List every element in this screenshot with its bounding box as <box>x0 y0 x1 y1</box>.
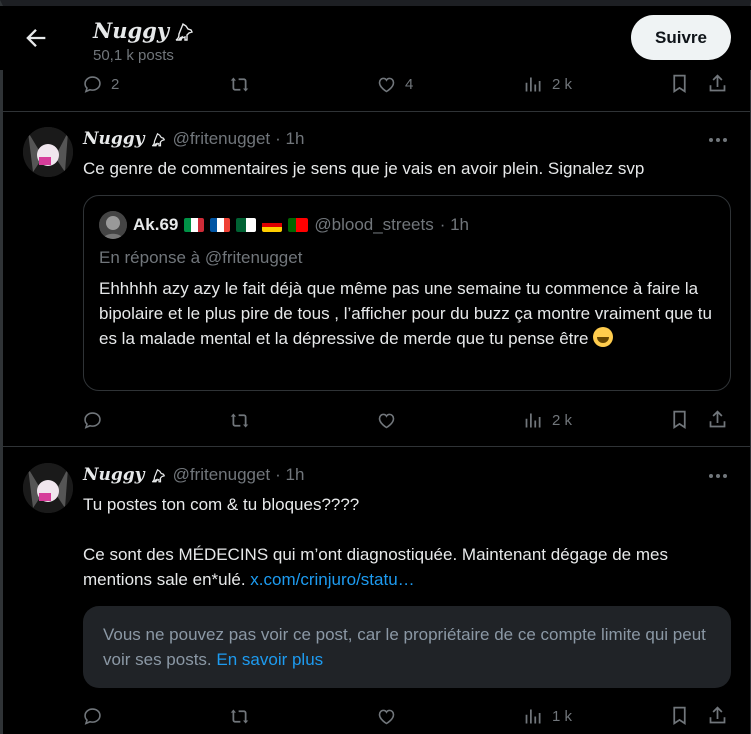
action-bar: 2 4 2 k <box>82 69 732 99</box>
profile-name: Nuggy <box>93 18 197 43</box>
posts-count: 50,1 k posts <box>93 47 174 64</box>
action-bar: 2 k <box>82 405 732 435</box>
bookmark-icon[interactable] <box>669 705 690 726</box>
repost-button[interactable] <box>229 405 258 435</box>
post-author-line: Nuggy @fritenugget · 1h <box>83 129 304 149</box>
bookmark-icon[interactable] <box>669 73 690 94</box>
author-handle[interactable]: @fritenugget <box>173 465 271 485</box>
views-count: 2 k <box>552 411 573 429</box>
restricted-text: Vous ne pouvez pas voir ce post, car le … <box>103 625 706 669</box>
profile-name-text: Nuggy <box>93 18 170 43</box>
post-author-line: Nuggy @fritenugget · 1h <box>83 465 304 485</box>
reply-icon <box>84 75 101 93</box>
post-text-line1: Tu postes ton com & tu bloques???? <box>83 495 360 514</box>
dog-emoji-icon <box>175 22 194 41</box>
post-link[interactable]: x.com/crinjuro/statu… <box>250 570 414 589</box>
more-icon[interactable] <box>706 128 730 152</box>
reply-button[interactable]: 2 <box>82 69 119 99</box>
post-text-block: Ce sont des MÉDECINS qui m’ont diagnosti… <box>83 542 723 592</box>
views-button[interactable]: 2 k <box>523 69 572 99</box>
quote-author-name: Ak.69 <box>133 215 179 234</box>
reply-button[interactable] <box>82 701 111 731</box>
views-count: 1 k <box>552 707 573 725</box>
like-count: 4 <box>405 75 414 93</box>
follow-button[interactable]: Suivre <box>631 15 731 60</box>
dog-emoji-icon <box>151 468 165 483</box>
reply-icon <box>84 707 101 725</box>
like-button[interactable] <box>376 701 405 731</box>
quote-author-handle: @blood_streets <box>314 215 434 234</box>
repost-button[interactable] <box>229 701 258 731</box>
views-icon <box>525 413 541 427</box>
avatar[interactable] <box>23 127 73 177</box>
repost-icon <box>230 77 249 91</box>
dog-emoji-icon <box>151 132 165 147</box>
quote-author-line: Ak.69 @blood_streets · 1h <box>99 211 469 239</box>
views-count: 2 k <box>552 75 573 93</box>
back-arrow-icon[interactable] <box>22 24 50 52</box>
post-divider <box>3 446 750 447</box>
post-divider <box>3 111 750 112</box>
reply-count: 2 <box>111 75 120 93</box>
like-button[interactable]: 4 <box>376 69 413 99</box>
reply-button[interactable] <box>82 405 111 435</box>
views-icon <box>525 709 541 723</box>
quoted-post[interactable]: Ak.69 @blood_streets · 1h En réponse à @… <box>83 195 731 391</box>
repost-icon <box>230 413 249 427</box>
quote-text-block: Ehhhhh azy azy le fait déjà que même pas… <box>99 276 719 351</box>
like-icon <box>378 77 395 92</box>
quote-time: · 1h <box>439 215 469 234</box>
quote-text: Ehhhhh azy azy le fait déjà que même pas… <box>99 279 712 348</box>
more-icon[interactable] <box>706 464 730 488</box>
action-bar: 1 k <box>82 701 732 731</box>
views-icon <box>525 77 541 91</box>
views-button[interactable]: 2 k <box>523 405 572 435</box>
author-name[interactable]: Nuggy <box>83 129 145 149</box>
repost-icon <box>230 709 249 723</box>
repost-button[interactable] <box>229 69 258 99</box>
post-time[interactable]: · 1h <box>275 129 304 149</box>
learn-more-link[interactable]: En savoir plus <box>216 650 323 669</box>
portugal-flag-icon <box>288 218 309 232</box>
reply-icon <box>84 411 101 429</box>
post-text: Ce genre de commentaires je sens que je … <box>83 159 645 178</box>
quote-avatar <box>99 211 127 239</box>
italy-flag-icon <box>184 218 205 232</box>
laughing-emoji-icon <box>593 327 614 347</box>
share-icon[interactable] <box>707 705 728 726</box>
restricted-quote-notice: Vous ne pouvez pas voir ce post, car le … <box>83 606 731 688</box>
share-icon[interactable] <box>707 73 728 94</box>
views-button[interactable]: 1 k <box>523 701 572 731</box>
like-icon <box>378 413 395 428</box>
bookmark-icon[interactable] <box>669 409 690 430</box>
profile-header: Nuggy 50,1 k posts Suivre <box>0 6 751 70</box>
share-icon[interactable] <box>707 409 728 430</box>
post-time[interactable]: · 1h <box>275 465 304 485</box>
algeria-flag-icon <box>236 218 257 232</box>
like-icon <box>378 709 395 724</box>
germany-flag-icon <box>262 218 283 232</box>
like-button[interactable] <box>376 405 405 435</box>
quote-reply-to: En réponse à @fritenugget <box>99 248 303 267</box>
france-flag-icon <box>210 218 231 232</box>
author-handle[interactable]: @fritenugget <box>173 129 271 149</box>
author-name[interactable]: Nuggy <box>83 465 145 485</box>
avatar[interactable] <box>23 463 73 513</box>
